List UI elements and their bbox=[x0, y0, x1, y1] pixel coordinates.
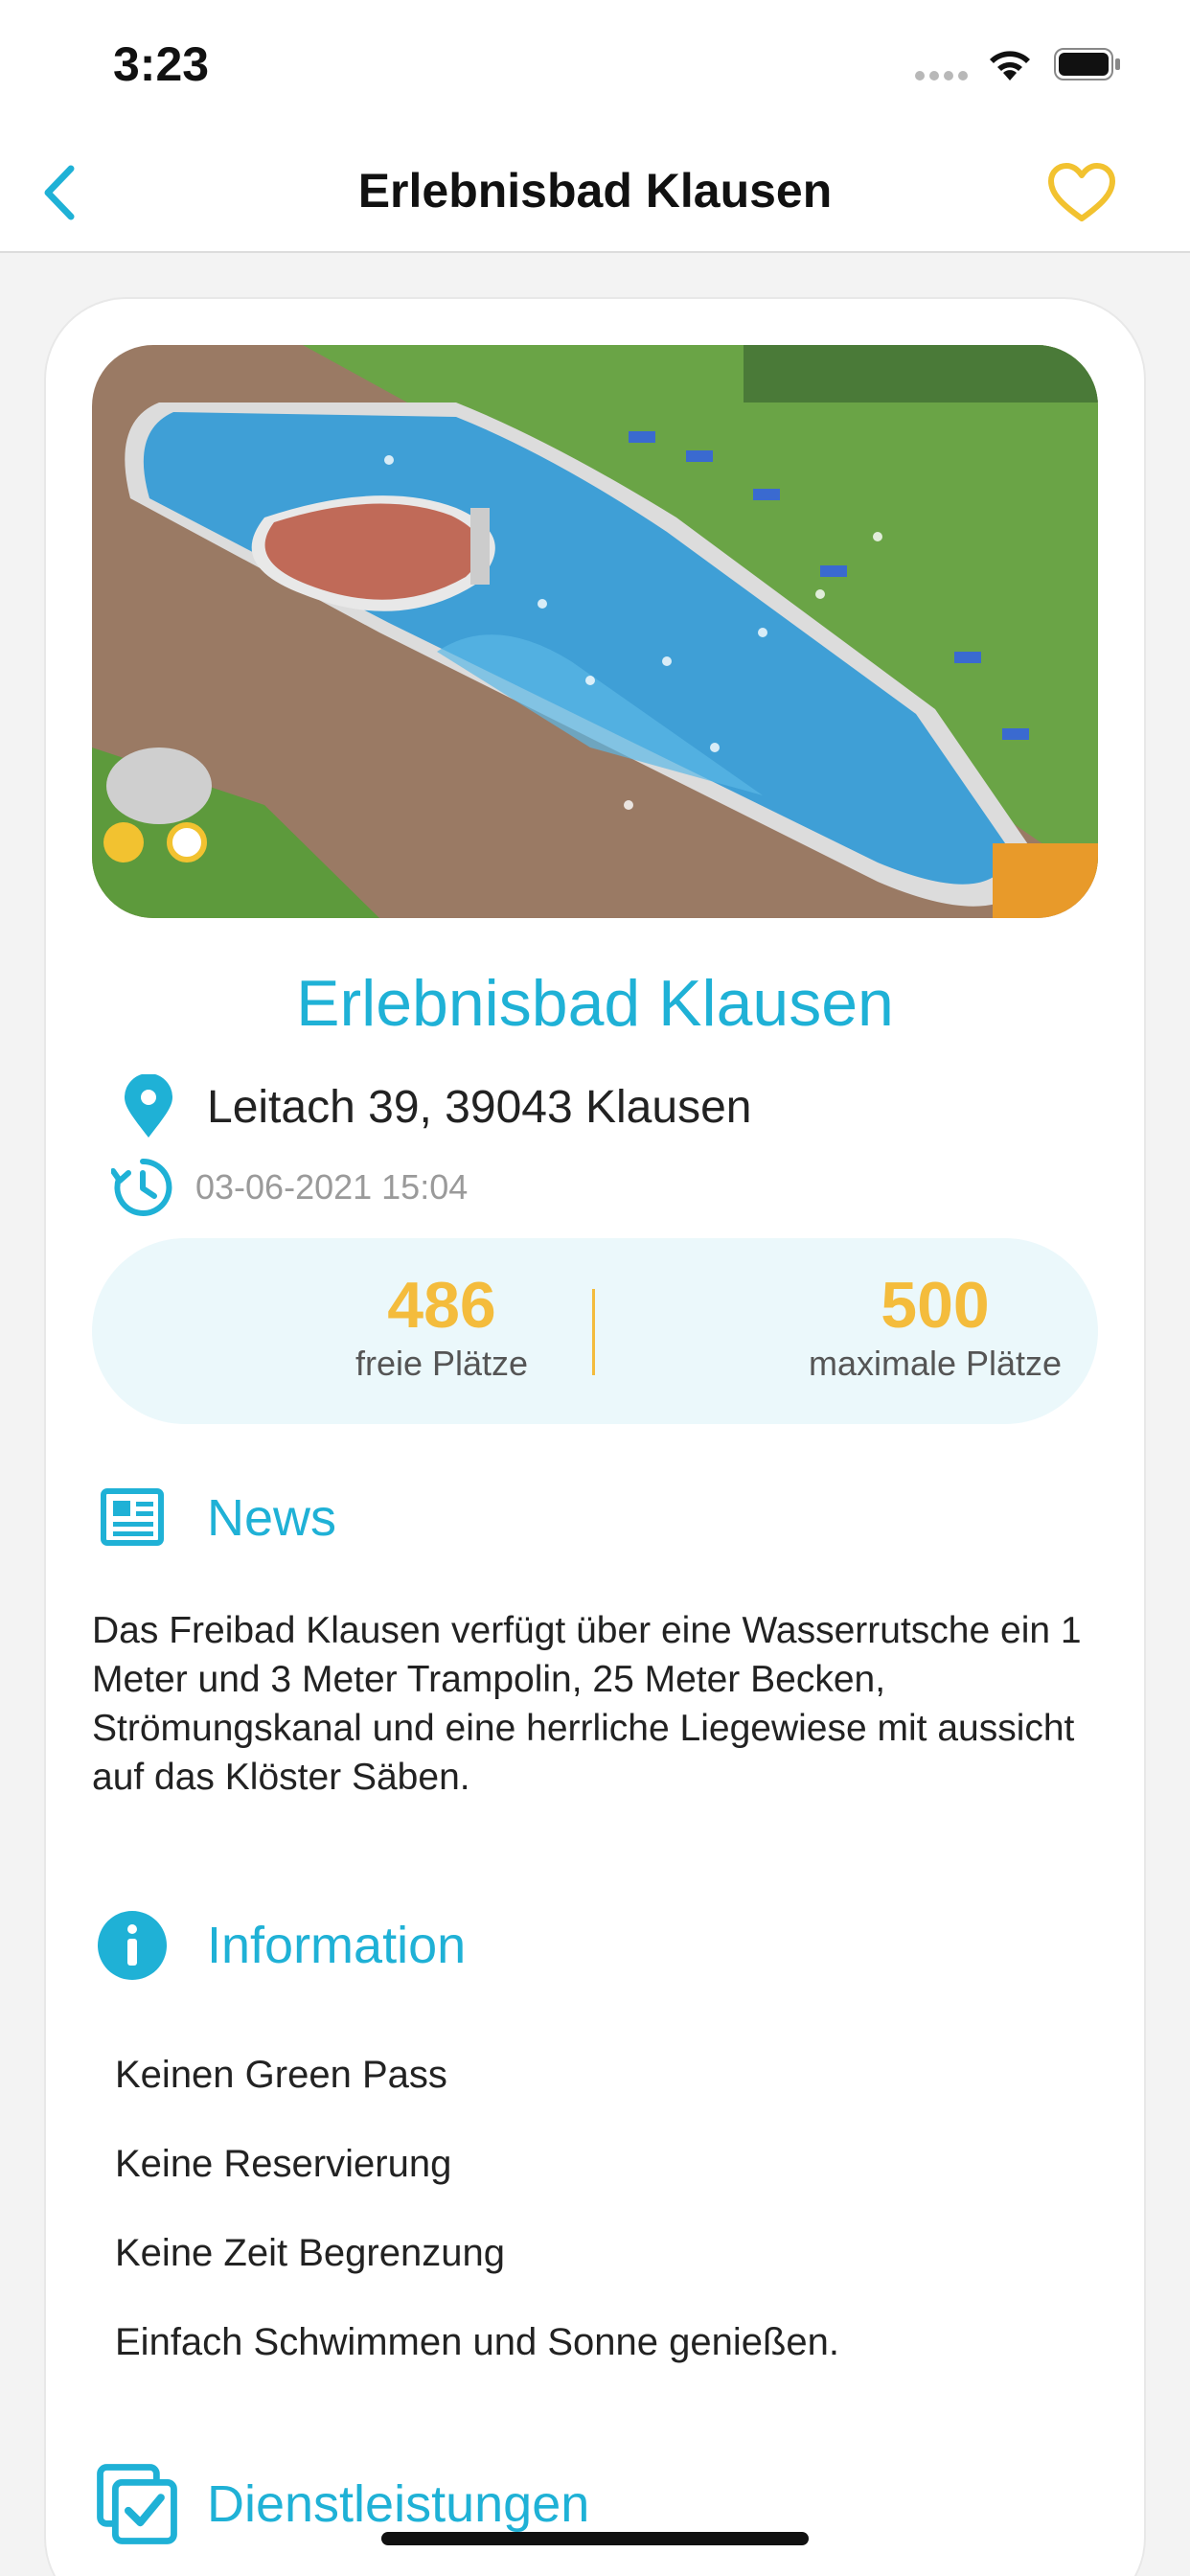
newspaper-icon bbox=[101, 1488, 164, 1546]
location-pin-icon bbox=[125, 1074, 172, 1138]
information-title: Information bbox=[207, 1917, 467, 1974]
last-updated-row: 03-06-2021 15:04 bbox=[111, 1156, 468, 1219]
page-title: Erlebnisbad Klausen bbox=[357, 164, 833, 218]
address-row: Leitach 39, 39043 Klausen bbox=[119, 1073, 751, 1140]
free-places-count: 486 bbox=[387, 1269, 496, 1342]
cellular-signal-icon bbox=[915, 69, 971, 82]
checkbox-stack-icon bbox=[97, 2464, 177, 2544]
information-header: Information bbox=[96, 1909, 466, 1982]
news-body: Das Freibad Klausen verfügt über eine Wa… bbox=[92, 1610, 1082, 1798]
max-places-label: maximale Plätze bbox=[808, 1344, 1063, 1383]
info-icon bbox=[98, 1911, 167, 1980]
pool-name: Erlebnisbad Klausen bbox=[296, 967, 894, 1040]
carousel-dot-2[interactable] bbox=[167, 822, 207, 862]
services-title: Dienstleistungen bbox=[207, 2475, 590, 2533]
capacity-divider bbox=[592, 1289, 595, 1375]
max-places: 500 maximale Plätze bbox=[686, 1273, 1184, 1384]
information-item: Keine Zeit Begrenzung bbox=[115, 2232, 505, 2274]
max-places-count: 500 bbox=[881, 1269, 990, 1342]
carousel-dot-1[interactable] bbox=[103, 822, 144, 862]
navigation-bar: Erlebnisbad Klausen bbox=[0, 134, 1190, 253]
favorite-heart-icon[interactable] bbox=[1046, 161, 1117, 224]
information-item: Einfach Schwimmen und Sonne genießen. bbox=[115, 2321, 840, 2363]
battery-icon bbox=[1054, 48, 1120, 80]
news-title: News bbox=[207, 1489, 337, 1547]
information-list: Keinen Green Pass Keine Reservierung Kei… bbox=[115, 2051, 1073, 2407]
pool-photo-image bbox=[92, 345, 1098, 918]
free-places-label: freie Plätze bbox=[355, 1344, 529, 1383]
home-indicator[interactable] bbox=[381, 2532, 809, 2545]
information-item: Keine Reservierung bbox=[115, 2143, 452, 2185]
status-time: 3:23 bbox=[113, 37, 210, 91]
status-bar: 3:23 bbox=[0, 0, 1190, 134]
address-text: Leitach 39, 39043 Klausen bbox=[207, 1081, 752, 1133]
free-places: 486 freie Plätze bbox=[236, 1273, 648, 1384]
pool-photo[interactable] bbox=[92, 345, 1098, 918]
news-header: News bbox=[96, 1482, 336, 1554]
wifi-icon bbox=[990, 51, 1030, 80]
last-updated-text: 03-06-2021 15:04 bbox=[195, 1167, 469, 1207]
information-item: Keinen Green Pass bbox=[115, 2054, 447, 2096]
capacity-panel: 486 freie Plätze 500 maximale Plätze bbox=[92, 1238, 1098, 1424]
update-clock-icon bbox=[111, 1158, 172, 1216]
